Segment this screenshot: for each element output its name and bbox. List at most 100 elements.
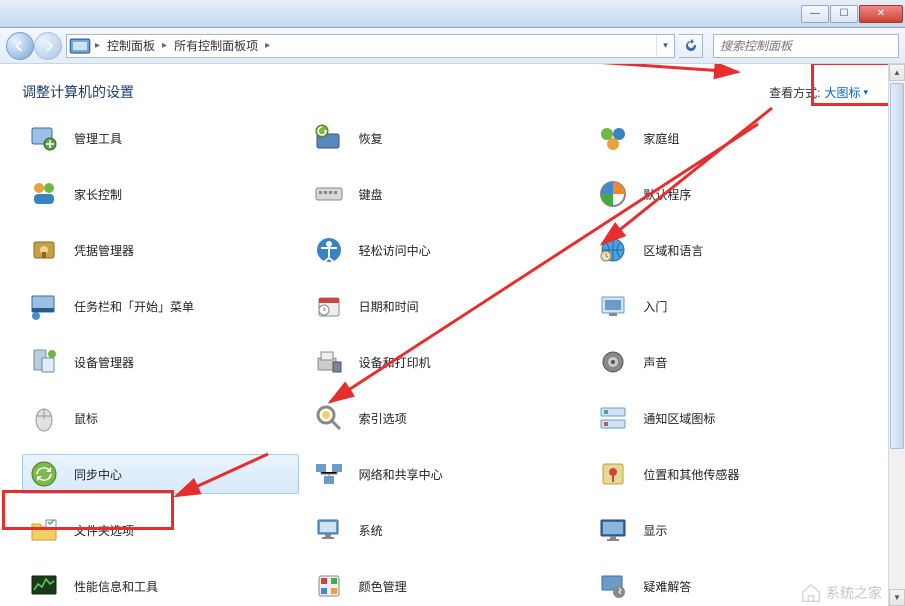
item-label: 显示	[643, 522, 667, 539]
devices-printers-icon	[313, 346, 345, 378]
control-panel-item[interactable]: 家长控制	[22, 174, 299, 214]
item-label: 日期和时间	[359, 298, 419, 315]
chevron-down-icon: ▾	[863, 87, 868, 98]
recovery-icon	[313, 122, 345, 154]
minimize-icon: ―	[810, 8, 820, 19]
region-lang-icon	[597, 234, 629, 266]
sync-center-icon	[28, 458, 60, 490]
item-label: 家庭组	[643, 130, 679, 147]
control-panel-item[interactable]: 设备和打印机	[307, 342, 584, 382]
item-label: 声音	[643, 354, 667, 371]
item-label: 凭据管理器	[74, 242, 134, 259]
item-label: 通知区域图标	[643, 410, 715, 427]
control-panel-item[interactable]: 通知区域图标	[591, 398, 868, 438]
getting-started-icon	[597, 290, 629, 322]
control-panel-item[interactable]: 任务栏和「开始」菜单	[22, 286, 299, 326]
control-panel-item[interactable]: 索引选项	[307, 398, 584, 438]
parental-icon	[28, 178, 60, 210]
network-icon	[313, 458, 345, 490]
minimize-button[interactable]: ―	[801, 5, 829, 23]
control-panel-icon	[69, 36, 91, 56]
location-icon	[597, 458, 629, 490]
troubleshoot-icon	[597, 570, 629, 602]
item-label: 管理工具	[74, 130, 122, 147]
control-panel-item[interactable]: 恢复	[307, 118, 584, 158]
control-panel-item[interactable]: 默认程序	[591, 174, 868, 214]
chevron-right-icon: ▸	[160, 40, 169, 51]
item-label: 疑难解答	[643, 578, 691, 595]
credential-icon	[28, 234, 60, 266]
item-label: 区域和语言	[643, 242, 703, 259]
control-panel-item[interactable]: 声音	[591, 342, 868, 382]
crumb-control-panel[interactable]: 控制面板	[102, 35, 160, 57]
refresh-button[interactable]	[679, 34, 703, 58]
control-panel-item[interactable]: 同步中心	[22, 454, 299, 494]
control-panel-item[interactable]: 位置和其他传感器	[591, 454, 868, 494]
address-bar[interactable]: ▸ 控制面板 ▸ 所有控制面板项 ▸ ▾	[66, 34, 675, 58]
control-panel-item[interactable]: 轻松访问中心	[307, 230, 584, 270]
default-programs-icon	[597, 178, 629, 210]
item-label: 同步中心	[74, 466, 122, 483]
notification-icon	[597, 402, 629, 434]
taskbar-icon	[28, 290, 60, 322]
item-label: 默认程序	[643, 186, 691, 203]
breadcrumb: 控制面板 ▸ 所有控制面板项 ▸	[102, 35, 272, 57]
search-input[interactable]	[714, 39, 898, 53]
control-panel-item[interactable]: 网络和共享中心	[307, 454, 584, 494]
chevron-right-icon: ▸	[93, 40, 102, 51]
item-label: 恢复	[359, 130, 383, 147]
control-panel-item[interactable]: 鼠标	[22, 398, 299, 438]
maximize-button[interactable]: ☐	[830, 5, 858, 23]
control-panel-item[interactable]: 系统	[307, 510, 584, 550]
watermark: 系统之家	[800, 582, 882, 604]
item-label: 鼠标	[74, 410, 98, 427]
control-panel-item[interactable]: 入门	[591, 286, 868, 326]
control-panel-item[interactable]: 键盘	[307, 174, 584, 214]
view-mode-label: 查看方式:	[769, 84, 820, 101]
forward-button[interactable]	[34, 32, 62, 60]
admin-tools-icon	[28, 122, 60, 154]
item-label: 网络和共享中心	[359, 466, 443, 483]
device-manager-icon	[28, 346, 60, 378]
homegroup-icon	[597, 122, 629, 154]
search-box[interactable]	[713, 34, 899, 58]
back-button[interactable]	[6, 32, 34, 60]
indexing-icon	[313, 402, 345, 434]
item-label: 颜色管理	[359, 578, 407, 595]
scroll-down-button[interactable]: ▼	[889, 589, 905, 606]
item-label: 系统	[359, 522, 383, 539]
control-panel-item[interactable]: 显示	[591, 510, 868, 550]
control-panel-item[interactable]: 家庭组	[591, 118, 868, 158]
folder-options-icon	[28, 514, 60, 546]
control-panel-item[interactable]: 设备管理器	[22, 342, 299, 382]
item-label: 设备和打印机	[359, 354, 431, 371]
item-label: 文件夹选项	[74, 522, 134, 539]
control-panel-item[interactable]: 性能信息和工具	[22, 566, 299, 606]
control-panel-item[interactable]: 颜色管理	[307, 566, 584, 606]
item-label: 位置和其他传感器	[643, 466, 739, 483]
close-icon: ✕	[877, 8, 885, 19]
control-panel-item[interactable]: 文件夹选项	[22, 510, 299, 550]
crumb-all-items[interactable]: 所有控制面板项	[169, 35, 263, 57]
color-mgmt-icon	[313, 570, 345, 602]
scroll-thumb[interactable]	[890, 83, 904, 449]
maximize-icon: ☐	[840, 8, 849, 19]
item-label: 家长控制	[74, 186, 122, 203]
close-button[interactable]: ✕	[859, 5, 903, 23]
item-label: 设备管理器	[74, 354, 134, 371]
control-panel-item[interactable]: 区域和语言	[591, 230, 868, 270]
item-label: 任务栏和「开始」菜单	[74, 298, 194, 315]
page-title: 调整计算机的设置	[22, 82, 134, 102]
navigation-bar: ▸ 控制面板 ▸ 所有控制面板项 ▸ ▾	[0, 28, 905, 64]
scroll-up-button[interactable]: ▲	[889, 64, 905, 81]
control-panel-item[interactable]: 管理工具	[22, 118, 299, 158]
scrollbar[interactable]: ▲ ▼	[888, 64, 905, 606]
control-panel-item[interactable]: 日期和时间	[307, 286, 584, 326]
display-icon	[597, 514, 629, 546]
sound-icon	[597, 346, 629, 378]
control-panel-item[interactable]: 凭据管理器	[22, 230, 299, 270]
address-dropdown[interactable]: ▾	[656, 35, 674, 57]
mouse-icon	[28, 402, 60, 434]
view-mode-dropdown[interactable]: 大图标 ▾	[824, 84, 868, 101]
window-titlebar: ― ☐ ✕	[0, 0, 905, 28]
